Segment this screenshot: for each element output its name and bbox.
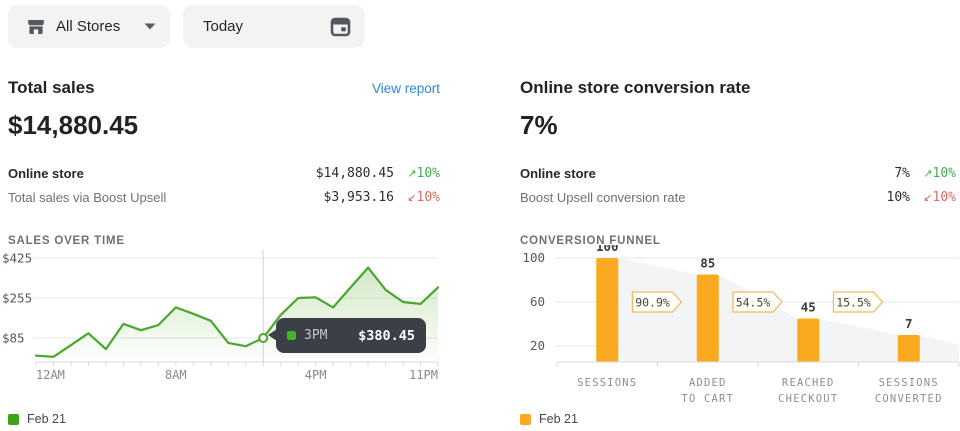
- conversion-rate-value: 7%: [520, 110, 956, 141]
- svg-text:REACHED: REACHED: [782, 377, 835, 389]
- metric-row-boost-upsell: Total sales via Boost Upsell $3,953.16 ↙…: [8, 185, 440, 209]
- sales-chart-legend: Feb 21: [8, 412, 66, 426]
- svg-text:45: 45: [801, 300, 816, 315]
- svg-text:85: 85: [700, 256, 715, 271]
- metric-label: Boost Upsell conversion rate: [520, 190, 685, 205]
- funnel-bar[interactable]: [596, 258, 618, 362]
- svg-text:TO CART: TO CART: [681, 393, 734, 405]
- legend-swatch-orange: [520, 414, 531, 425]
- conversion-metric-rows: Online store 7% ↗10% Boost Upsell conver…: [520, 161, 956, 209]
- svg-text:60: 60: [530, 294, 545, 309]
- funnel-chart-legend: Feb 21: [520, 412, 578, 426]
- tooltip-series-swatch: [287, 331, 296, 340]
- svg-text:CONVERTED: CONVERTED: [875, 393, 943, 405]
- store-selector-label: All Stores: [56, 18, 120, 35]
- svg-text:8AM: 8AM: [165, 368, 187, 382]
- svg-text:90.9%: 90.9%: [635, 296, 670, 310]
- total-sales-panel: Total sales View report $14,880.45 Onlin…: [8, 70, 440, 247]
- funnel-bar[interactable]: [898, 335, 920, 362]
- metric-row-boost-upsell: Boost Upsell conversion rate 10% ↙10%: [520, 185, 956, 209]
- metric-delta-down: ↙10%: [394, 189, 440, 205]
- metric-value: $14,880.45: [316, 166, 394, 181]
- sales-over-time-heading: SALES OVER TIME: [8, 235, 440, 247]
- svg-text:100: 100: [596, 245, 619, 254]
- arrow-down-left-icon: ↙: [407, 191, 416, 204]
- svg-text:7: 7: [905, 316, 913, 331]
- svg-text:$425: $425: [2, 251, 32, 266]
- svg-text:CHECKOUT: CHECKOUT: [778, 393, 838, 405]
- metric-delta-up: ↗10%: [394, 165, 440, 181]
- total-sales-header: Total sales View report: [8, 78, 440, 98]
- metric-delta-up: ↗10%: [910, 165, 956, 181]
- svg-text:54.5%: 54.5%: [736, 296, 771, 310]
- calendar-icon: [329, 15, 352, 38]
- svg-text:11PM: 11PM: [409, 368, 438, 382]
- metric-row-online-store: Online store 7% ↗10%: [520, 161, 956, 185]
- conversion-rate-header: Online store conversion rate: [520, 78, 956, 98]
- legend-label: Feb 21: [539, 412, 578, 426]
- total-sales-value: $14,880.45: [8, 110, 440, 141]
- legend-label: Feb 21: [27, 412, 66, 426]
- storefront-icon: [26, 17, 46, 37]
- metric-label: Online store: [8, 166, 84, 181]
- svg-text:SESSIONS: SESSIONS: [879, 377, 939, 389]
- sales-chart-tooltip: 3PM $380.45: [276, 318, 426, 353]
- arrow-up-right-icon: ↗: [923, 167, 932, 180]
- svg-text:$255: $255: [2, 291, 32, 306]
- metric-row-online-store: Online store $14,880.45 ↗10%: [8, 161, 440, 185]
- funnel-bar[interactable]: [797, 319, 819, 363]
- chevron-down-icon: [144, 23, 156, 30]
- svg-text:15.5%: 15.5%: [836, 296, 871, 310]
- store-selector-button[interactable]: All Stores: [8, 5, 170, 48]
- date-range-label: Today: [203, 18, 243, 35]
- tooltip-time: 3PM: [304, 328, 327, 343]
- svg-text:20: 20: [530, 338, 545, 353]
- legend-swatch-green: [8, 414, 19, 425]
- view-report-link[interactable]: View report: [372, 81, 440, 96]
- metric-value: 7%: [894, 166, 910, 181]
- svg-text:12AM: 12AM: [36, 368, 65, 382]
- conversion-rate-panel: Online store conversion rate 7% Online s…: [520, 70, 956, 247]
- total-sales-metric-rows: Online store $14,880.45 ↗10% Total sales…: [8, 161, 440, 209]
- tooltip-value: $380.45: [358, 328, 415, 344]
- arrow-up-right-icon: ↗: [407, 167, 416, 180]
- metric-value: $3,953.16: [324, 190, 394, 205]
- svg-text:4PM: 4PM: [305, 368, 327, 382]
- svg-text:SESSIONS: SESSIONS: [577, 377, 637, 389]
- total-sales-title: Total sales: [8, 78, 95, 98]
- date-range-button[interactable]: Today: [183, 5, 365, 48]
- metric-value: 10%: [887, 190, 910, 205]
- hover-point-marker: [259, 334, 267, 342]
- metric-label: Online store: [520, 166, 596, 181]
- svg-text:ADDED: ADDED: [689, 377, 727, 389]
- arrow-down-left-icon: ↙: [923, 191, 932, 204]
- funnel-bar[interactable]: [697, 275, 719, 363]
- conversion-funnel-chart[interactable]: 100 60 20 100 85 45 7 90.9% 54.5% 15.5% SESSIONS AD…: [505, 245, 960, 411]
- svg-text:$85: $85: [2, 331, 25, 346]
- metric-delta-down: ↙10%: [910, 189, 956, 205]
- metric-label: Total sales via Boost Upsell: [8, 190, 166, 205]
- svg-text:100: 100: [522, 250, 545, 265]
- conversion-rate-title: Online store conversion rate: [520, 78, 751, 98]
